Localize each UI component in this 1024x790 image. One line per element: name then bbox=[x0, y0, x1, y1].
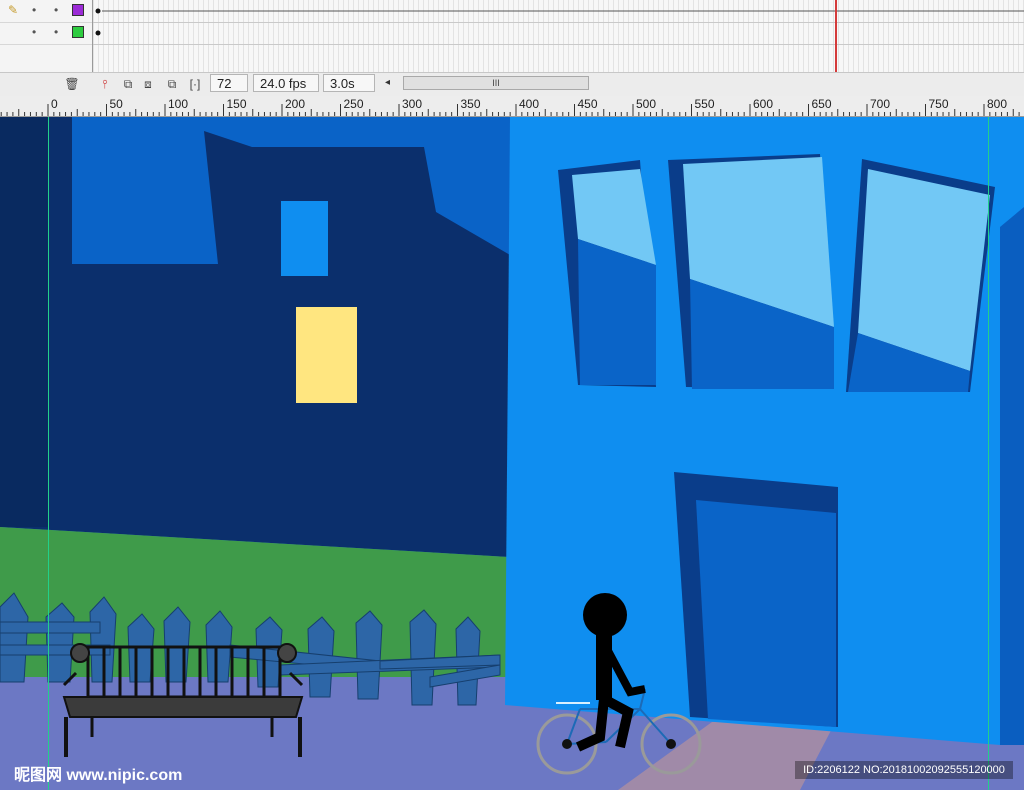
onion-skin-icon[interactable]: ⧉ bbox=[120, 76, 136, 92]
elapsed-time-field: 3.0s bbox=[323, 74, 375, 92]
house-left-edge bbox=[0, 117, 48, 527]
ruler-label: 600 bbox=[753, 97, 774, 111]
ruler-label: 700 bbox=[870, 97, 891, 111]
frame-row[interactable] bbox=[93, 22, 1024, 45]
ruler-label: 450 bbox=[577, 97, 598, 111]
building-windows bbox=[558, 154, 995, 392]
keyframe-marker bbox=[95, 30, 101, 36]
layer-color-swatch[interactable] bbox=[72, 4, 84, 16]
timeline-scrollbar[interactable]: ◂ III bbox=[385, 76, 590, 90]
site-watermark: 昵图网 www.nipic.com bbox=[14, 767, 183, 784]
visibility-dot[interactable]: • bbox=[32, 4, 36, 16]
ruler-label: 150 bbox=[226, 97, 247, 111]
ruler-label: 400 bbox=[519, 97, 540, 111]
id-watermark: ID:2206122 NO:20181002092555120000 bbox=[795, 761, 1013, 779]
timeline-panel: ✎ • • • • 🗑 ⫯ ⧉ ⧈ ⧉ [·] 72 24.0 fps 3.0s… bbox=[0, 0, 1024, 96]
ruler-label: 350 bbox=[460, 97, 481, 111]
building-side bbox=[1000, 207, 1024, 745]
ruler-label: 100 bbox=[168, 97, 189, 111]
onion-markers-icon[interactable]: [·] bbox=[187, 76, 203, 92]
center-frame-icon[interactable]: ⫯ bbox=[97, 76, 113, 92]
ruler-label: 250 bbox=[343, 97, 364, 111]
visibility-dot[interactable]: • bbox=[32, 26, 36, 38]
frame-rate-field[interactable]: 24.0 fps bbox=[253, 74, 319, 92]
stage-canvas[interactable]: 昵图网 www.nipic.com ID:2206122 NO:20181002… bbox=[0, 117, 1024, 790]
edit-multiple-icon[interactable]: ⧉ bbox=[164, 76, 180, 92]
scroll-left-icon[interactable]: ◂ bbox=[385, 76, 399, 90]
ruler-label: 200 bbox=[285, 97, 306, 111]
trash-icon[interactable]: 🗑 bbox=[64, 76, 80, 92]
door bbox=[696, 500, 836, 727]
ruler-label: 550 bbox=[694, 97, 715, 111]
small-window bbox=[281, 201, 328, 276]
ruler-label: 500 bbox=[636, 97, 657, 111]
ruler-label: 300 bbox=[402, 97, 423, 111]
lit-window bbox=[296, 307, 357, 403]
guide-line[interactable] bbox=[988, 117, 989, 790]
pencil-icon: ✎ bbox=[8, 3, 19, 17]
ruler-label: 650 bbox=[811, 97, 832, 111]
ruler-label: 50 bbox=[109, 97, 123, 111]
playhead[interactable] bbox=[835, 0, 837, 72]
lock-dot[interactable]: • bbox=[54, 26, 58, 38]
ruler-label: 800 bbox=[987, 97, 1008, 111]
tween-line bbox=[95, 8, 1024, 14]
layer-row[interactable]: ✎ • • bbox=[0, 0, 92, 23]
guide-line[interactable] bbox=[48, 117, 49, 790]
onion-outline-icon[interactable]: ⧈ bbox=[140, 76, 156, 92]
layer-row[interactable]: • • bbox=[0, 22, 92, 45]
layer-color-swatch[interactable] bbox=[72, 26, 84, 38]
ruler-label: 0 bbox=[51, 97, 58, 111]
timeline-toolbar: 🗑 ⫯ ⧉ ⧈ ⧉ [·] 72 24.0 fps 3.0s ◂ III bbox=[0, 72, 1024, 96]
lock-dot[interactable]: • bbox=[54, 4, 58, 16]
ruler-label: 750 bbox=[928, 97, 949, 111]
frame-grid[interactable] bbox=[93, 0, 1024, 72]
scroll-thumb[interactable]: III bbox=[403, 76, 589, 90]
scene-artwork bbox=[0, 117, 1024, 790]
frame-row[interactable] bbox=[93, 0, 1024, 23]
current-frame-field[interactable]: 72 bbox=[210, 74, 248, 92]
horizontal-ruler: 0 50 100 150 200 250 300 350 400 450 500 550 600 650 7… bbox=[0, 96, 1024, 117]
layer-list: ✎ • • • • bbox=[0, 0, 93, 72]
